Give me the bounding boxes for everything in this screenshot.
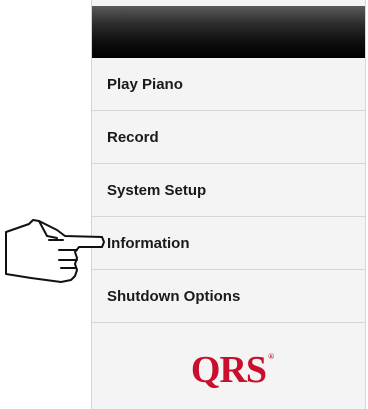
menu-item-label: System Setup bbox=[107, 181, 207, 199]
menu-item-label: Play Piano bbox=[107, 75, 183, 93]
main-menu: Play Piano Record System Setup Informati… bbox=[92, 58, 365, 323]
menu-item-shutdown-options[interactable]: Shutdown Options bbox=[92, 270, 365, 323]
menu-item-system-setup[interactable]: System Setup bbox=[92, 164, 365, 217]
menu-item-information[interactable]: Information bbox=[92, 217, 365, 270]
menu-panel: Play Piano Record System Setup Informati… bbox=[91, 0, 366, 409]
menu-item-label: Shutdown Options bbox=[107, 287, 241, 305]
menu-item-label: Record bbox=[107, 128, 159, 146]
menu-item-record[interactable]: Record bbox=[92, 111, 365, 164]
menu-item-play-piano[interactable]: Play Piano bbox=[92, 58, 365, 111]
pointing-hand-icon bbox=[5, 219, 105, 283]
logo-area: QRS ® bbox=[92, 325, 365, 409]
header-bar bbox=[92, 6, 365, 58]
qrs-logo: QRS ® bbox=[190, 349, 274, 391]
menu-item-label: Information bbox=[107, 234, 190, 252]
